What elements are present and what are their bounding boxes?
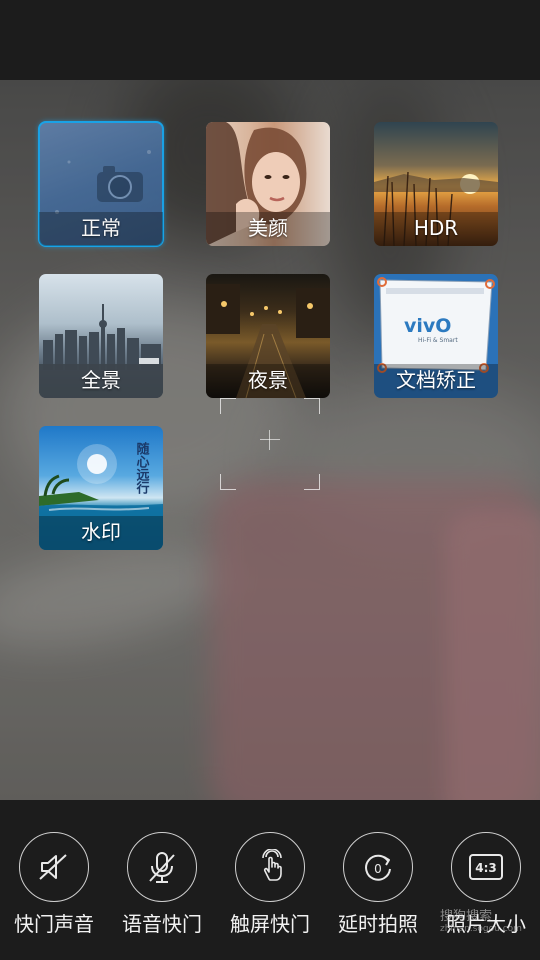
touch-shutter-button[interactable]: 触屏快门 [216, 832, 324, 942]
mode-label: HDR [374, 212, 498, 246]
mode-document-correction[interactable]: vivO Hi-Fi & Smart 文档矫正 [374, 274, 498, 398]
focus-corner [220, 398, 236, 414]
mode-label: 文档矫正 [374, 364, 498, 398]
focus-frame [220, 398, 320, 490]
tool-label: 触屏快门 [230, 912, 310, 936]
ratio-value: 4:3 [475, 861, 497, 875]
mode-normal[interactable]: 正常 [38, 121, 164, 247]
doc-brand-text: vivO [404, 315, 451, 337]
focus-corner [304, 398, 320, 414]
mode-panorama[interactable]: 全景 [39, 274, 163, 398]
mode-label: 美颜 [206, 212, 330, 246]
watermark-line2: zhinan.sogou.com [440, 924, 522, 934]
focus-corner [304, 474, 320, 490]
tool-label: 语音快门 [122, 912, 202, 936]
watermark-line1: 搜狗搜索 [440, 909, 493, 924]
focus-corner [220, 474, 236, 490]
aspect-ratio-icon: 4:3 [451, 832, 521, 902]
shutter-sound-button[interactable]: 快门声音 [0, 832, 108, 942]
mode-label: 全景 [39, 364, 163, 398]
timer-button[interactable]: 0 延时拍照 [324, 832, 432, 942]
top-bar [0, 0, 540, 80]
mode-label: 正常 [39, 212, 163, 246]
focus-crosshair-icon [260, 430, 280, 450]
watermark-caption-text: 随心远行 [134, 441, 151, 495]
mode-label: 夜景 [206, 364, 330, 398]
speaker-muted-icon [19, 832, 89, 902]
timer-value: 0 [374, 862, 382, 876]
mode-hdr[interactable]: HDR [374, 122, 498, 246]
timer-icon: 0 [343, 832, 413, 902]
voice-shutter-button[interactable]: 语音快门 [108, 832, 216, 942]
tool-label: 延时拍照 [338, 912, 418, 936]
tool-label: 快门声音 [14, 912, 94, 936]
mode-label: 水印 [39, 516, 163, 550]
mode-watermark[interactable]: 随心远行 水印 [39, 426, 163, 550]
doc-tagline-text: Hi-Fi & Smart [418, 337, 458, 344]
site-watermark: 搜狗搜索 zhinan.sogou.com [440, 905, 540, 935]
mode-night[interactable]: 夜景 [206, 274, 330, 398]
touch-hand-icon [235, 832, 305, 902]
microphone-muted-icon [127, 832, 197, 902]
mode-beauty[interactable]: 美颜 [206, 122, 330, 246]
